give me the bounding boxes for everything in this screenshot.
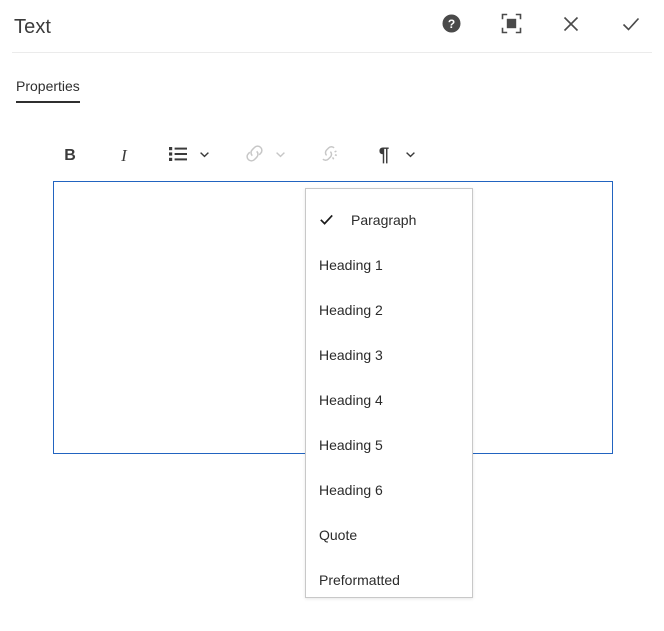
menu-item-label: Heading 4: [319, 391, 383, 408]
editor-toolbar: B I ¶: [53, 138, 613, 174]
tab-bar: Properties: [0, 78, 664, 110]
fullscreen-button[interactable]: [494, 8, 528, 42]
paragraph-format-button[interactable]: ¶: [367, 139, 401, 173]
bulleted-list-button[interactable]: [161, 139, 195, 173]
menu-item-heading-4[interactable]: Heading 4: [306, 377, 472, 422]
fullscreen-icon: [501, 13, 522, 37]
menu-item-label: Preformatted: [319, 571, 400, 588]
page-title: Text: [14, 16, 52, 38]
help-icon: ?: [441, 13, 462, 37]
help-button[interactable]: ?: [434, 8, 468, 42]
bulleted-list-dropdown-toggle[interactable]: [195, 139, 213, 173]
menu-item-heading-3[interactable]: Heading 3: [306, 332, 472, 377]
bold-button[interactable]: B: [53, 139, 87, 173]
menu-item-label: Paragraph: [351, 211, 417, 228]
chevron-down-icon: [405, 147, 416, 165]
chevron-down-icon: [275, 147, 286, 165]
italic-button[interactable]: I: [107, 139, 141, 173]
close-button[interactable]: [554, 8, 588, 42]
menu-item-heading-5[interactable]: Heading 5: [306, 422, 472, 467]
menu-item-label: Heading 2: [319, 301, 383, 318]
menu-item-label: Heading 6: [319, 481, 383, 498]
check-icon: [620, 13, 642, 38]
link-icon: [245, 144, 264, 168]
header-actions: ?: [434, 8, 648, 42]
menu-item-label: Heading 5: [319, 436, 383, 453]
tab-properties[interactable]: Properties: [16, 78, 80, 103]
close-icon: [561, 14, 581, 37]
dialog-header: Text ?: [0, 0, 664, 53]
check-icon: [319, 212, 341, 227]
svg-text:?: ?: [447, 17, 454, 31]
menu-item-paragraph[interactable]: Paragraph: [306, 197, 472, 242]
paragraph-format-menu: Paragraph Heading 1 Heading 2 Heading 3 …: [305, 188, 473, 598]
menu-item-label: Heading 3: [319, 346, 383, 363]
header-divider: [12, 52, 652, 53]
bulleted-list-icon: [169, 145, 187, 168]
menu-item-heading-1[interactable]: Heading 1: [306, 242, 472, 287]
link-button: [237, 139, 271, 173]
link-dropdown-toggle: [271, 139, 289, 173]
chevron-down-icon: [199, 147, 210, 165]
menu-item-preformatted[interactable]: Preformatted: [306, 557, 472, 602]
unlink-icon: [319, 144, 338, 168]
menu-item-heading-2[interactable]: Heading 2: [306, 287, 472, 332]
paragraph-format-dropdown-toggle[interactable]: [401, 139, 419, 173]
menu-item-heading-6[interactable]: Heading 6: [306, 467, 472, 512]
confirm-button[interactable]: [614, 8, 648, 42]
menu-item-label: Heading 1: [319, 256, 383, 273]
tab-properties-label: Properties: [16, 78, 80, 94]
unlink-button: [311, 139, 345, 173]
menu-item-label: Quote: [319, 526, 358, 543]
menu-item-quote[interactable]: Quote: [306, 512, 472, 557]
